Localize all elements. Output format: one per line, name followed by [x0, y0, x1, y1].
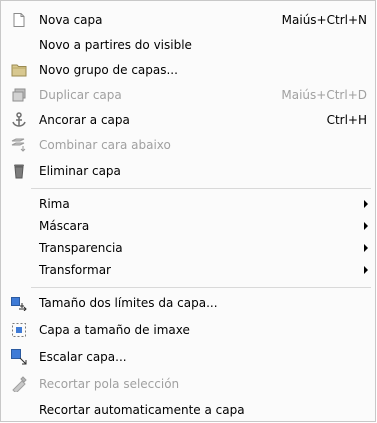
merge-down-icon: [11, 137, 27, 153]
menu-item-escalar[interactable]: Escalar capa...: [2, 346, 374, 368]
menu-item-novo-grupo[interactable]: Novo grupo de capas...: [2, 59, 374, 81]
menu-item-label: Capa a tamaño de imaxe: [39, 323, 190, 337]
menu-item-label: Nova capa: [39, 13, 103, 27]
menu-item-shortcut: Maiús+Ctrl+N: [281, 13, 367, 27]
menu-item-label: Escalar capa...: [39, 350, 127, 364]
menu-item-ancorar[interactable]: Ancorar a capa Ctrl+H: [2, 109, 374, 131]
submenu-arrow-icon: [364, 266, 368, 274]
menu-item-eliminar[interactable]: Eliminar capa: [2, 160, 374, 182]
menu-item-label: Novo grupo de capas...: [39, 63, 178, 77]
menu-item-label: Transformar: [39, 263, 111, 277]
menu-item-recortar-auto[interactable]: Recortar automaticamente a capa: [2, 399, 374, 421]
menu-item-duplicar[interactable]: Duplicar capa Maiús+Ctrl+D: [2, 84, 374, 106]
menu-item-mascara[interactable]: Máscara: [2, 215, 374, 237]
submenu-arrow-icon: [364, 244, 368, 252]
layer-boundary-size-icon: [11, 295, 27, 311]
menu-item-nova-capa[interactable]: Nova capa Maiús+Ctrl+N: [2, 9, 374, 31]
menu-item-label: Recortar pola selección: [39, 377, 180, 391]
menu-item-label: Transparencia: [39, 241, 123, 255]
anchor-icon: [11, 112, 27, 128]
menu-separator: [31, 188, 371, 189]
menu-item-label: Máscara: [39, 219, 90, 233]
new-layer-icon: [11, 12, 27, 28]
layer-to-image-size-icon: [11, 322, 27, 338]
scale-layer-icon: [11, 349, 27, 365]
crop-icon: [11, 376, 27, 392]
folder-icon: [11, 62, 27, 78]
menu-item-transparencia[interactable]: Transparencia: [2, 237, 374, 259]
menu-item-label: Recortar automaticamente a capa: [39, 403, 245, 417]
menu-separator: [31, 287, 371, 288]
menu-item-label: Novo a partires do visible: [39, 38, 192, 52]
menu-item-transformar[interactable]: Transformar: [2, 259, 374, 281]
menu-item-tamano-limites[interactable]: Tamaño dos límites da capa...: [2, 292, 374, 314]
submenu-arrow-icon: [364, 222, 368, 230]
menu-item-shortcut: Ctrl+H: [326, 113, 367, 127]
menu-item-combinar[interactable]: Combinar cara abaixo: [2, 134, 374, 156]
menu-item-capa-tamano-imaxe[interactable]: Capa a tamaño de imaxe: [2, 319, 374, 341]
menu-item-label: Duplicar capa: [39, 88, 122, 102]
duplicate-layer-icon: [11, 87, 27, 103]
menu-item-rima[interactable]: Rima: [2, 193, 374, 215]
menu-item-novo-a-partires-visible[interactable]: Novo a partires do visible: [2, 34, 374, 56]
menu-item-label: Eliminar capa: [39, 164, 121, 178]
layer-context-menu: Nova capa Maiús+Ctrl+N Novo a partires d…: [0, 0, 376, 422]
menu-item-label: Tamaño dos límites da capa...: [39, 296, 218, 310]
menu-item-label: Ancorar a capa: [39, 113, 130, 127]
menu-item-shortcut: Maiús+Ctrl+D: [281, 88, 367, 102]
menu-item-label: Rima: [39, 197, 70, 211]
submenu-arrow-icon: [364, 200, 368, 208]
delete-layer-icon: [11, 163, 27, 179]
menu-item-recortar-seleccion[interactable]: Recortar pola selección: [2, 373, 374, 395]
menu-item-label: Combinar cara abaixo: [39, 138, 171, 152]
